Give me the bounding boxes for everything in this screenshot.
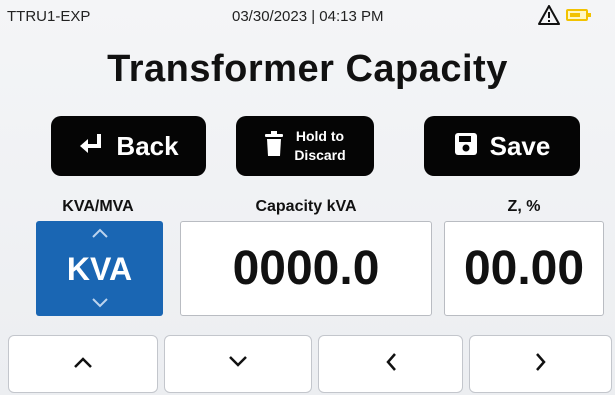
hold-label-line1: Hold to (295, 128, 345, 144)
chevron-down-icon (227, 355, 249, 374)
nav-up-button[interactable] (8, 335, 158, 393)
warning-triangle-icon (538, 5, 560, 25)
hold-to-discard-button[interactable]: Hold to Discard (236, 116, 374, 176)
chevron-right-icon (534, 351, 548, 378)
save-button[interactable]: Save (424, 116, 580, 176)
unit-value: KVA (66, 251, 133, 287)
date-time: 03/30/2023 | 04:13 PM (232, 8, 384, 25)
return-arrow-icon (78, 132, 104, 161)
nav-right-button[interactable] (469, 335, 612, 393)
unit-selector[interactable]: KVA (36, 221, 163, 316)
capacity-header: Capacity kVA (255, 198, 357, 215)
device-name: TTRU1-EXP (7, 8, 91, 25)
back-label: Back (116, 130, 179, 161)
hold-to-discard-label: Hold to Discard (294, 127, 345, 165)
unit-header: KVA/MVA (62, 198, 134, 215)
trash-icon (264, 130, 284, 162)
battery-icon (566, 9, 591, 21)
transformer-capacity-screen: TTRU1-EXP 03/30/2023 | 04:13 PM Transfor… (0, 0, 615, 395)
save-label: Save (489, 130, 551, 161)
chevron-left-icon (384, 351, 398, 378)
save-icon (454, 132, 478, 161)
nav-down-button[interactable] (164, 335, 312, 393)
nav-left-button[interactable] (318, 335, 463, 393)
impedance-header: Z, % (507, 198, 541, 215)
chevron-up-icon (36, 225, 163, 243)
capacity-field[interactable]: 0000.0 (180, 221, 432, 316)
chevron-up-icon (72, 355, 94, 374)
chevron-down-icon (36, 295, 163, 313)
page-title: Transformer Capacity (107, 48, 508, 90)
hold-label-line2: Discard (294, 147, 346, 163)
impedance-field[interactable]: 00.00 (444, 221, 604, 316)
status-bar: TTRU1-EXP 03/30/2023 | 04:13 PM (0, 0, 615, 40)
back-button[interactable]: Back (51, 116, 206, 176)
